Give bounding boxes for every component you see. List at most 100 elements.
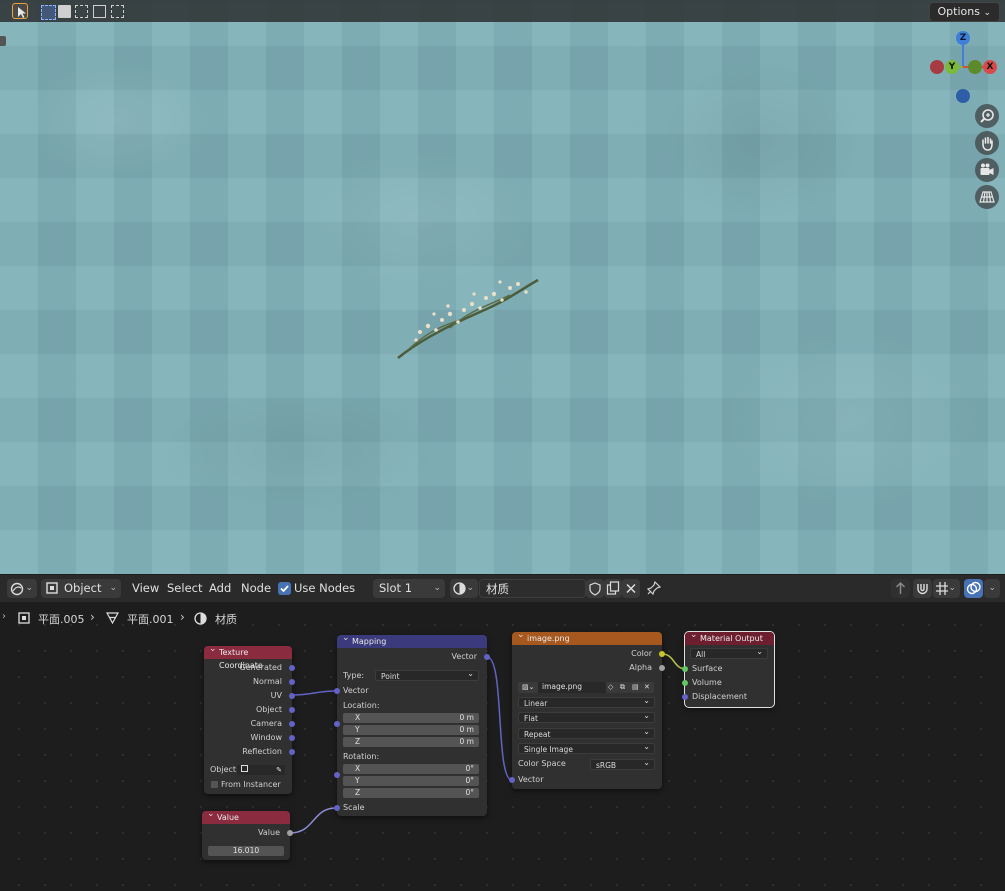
select-intersect-icon[interactable] [111, 5, 124, 18]
select-tool-button[interactable] [12, 3, 28, 19]
target-dropdown[interactable]: All [690, 646, 768, 659]
select-subtract-icon[interactable] [75, 5, 88, 18]
socket-object[interactable] [289, 707, 295, 713]
gizmo-z-axis[interactable]: Z [956, 31, 970, 45]
node-header[interactable]: Texture Coordinate [204, 643, 292, 670]
select-invert-icon[interactable] [93, 5, 106, 18]
gizmo-neg-x-axis[interactable] [930, 60, 944, 74]
slot-dropdown[interactable]: Slot 1 ⌄ [373, 579, 445, 598]
select-extend-icon[interactable] [58, 5, 71, 18]
image-browse-button[interactable]: ▨⌄ [518, 682, 538, 693]
output-generated: Generated [239, 663, 282, 672]
socket-vector-out[interactable] [484, 654, 490, 660]
socket-normal[interactable] [289, 679, 295, 685]
image-duplicate-button[interactable]: ⧉ [618, 682, 630, 693]
interpolation-dropdown[interactable]: Linear [518, 695, 655, 708]
location-x-field[interactable]: X 0 m [343, 713, 479, 723]
use-nodes-label[interactable]: Use Nodes [294, 579, 355, 598]
gizmo-neg-z-axis[interactable] [956, 89, 970, 103]
snap-element-dropdown[interactable]: ⌄ [933, 579, 960, 598]
menu-select[interactable]: Select [167, 579, 202, 598]
socket-uv[interactable] [289, 693, 295, 699]
node-header[interactable]: Mapping [337, 632, 487, 648]
socket-volume[interactable] [682, 680, 688, 686]
perspective-toggle-button[interactable] [975, 185, 999, 209]
socket-reflection[interactable] [289, 749, 295, 755]
menu-view[interactable]: View [132, 579, 159, 598]
editor-type-dropdown[interactable]: ⌄ [7, 579, 37, 598]
socket-vector-in[interactable] [509, 777, 515, 783]
rotation-z-field[interactable]: Z 0° [343, 788, 479, 798]
socket-scale-in[interactable] [334, 805, 340, 811]
overlay-dropdown[interactable]: ⌄ [984, 579, 1000, 598]
location-y-field[interactable]: Y 0 m [343, 725, 479, 735]
gizmo-y-axis[interactable]: Y [945, 60, 959, 74]
image-icon: ▨⌄ [522, 683, 535, 691]
material-browse-button[interactable]: ⌄ [450, 579, 478, 598]
node-header[interactable]: Material Output [685, 629, 774, 645]
type-dropdown[interactable]: Point [375, 668, 479, 681]
rotation-x-field[interactable]: X 0° [343, 764, 479, 774]
projection-dropdown[interactable]: Flat [518, 710, 655, 723]
use-nodes-checkbox[interactable] [278, 582, 291, 595]
socket-color[interactable] [659, 651, 665, 657]
image-open-button[interactable]: ▤ [630, 682, 642, 693]
snap-toggle-button[interactable] [913, 579, 932, 598]
socket-generated[interactable] [289, 665, 295, 671]
breadcrumb-expand-icon[interactable]: › [2, 611, 6, 622]
source-dropdown[interactable]: Single Image [518, 741, 655, 754]
color-space-dropdown[interactable]: sRGB [590, 757, 655, 770]
socket-value[interactable] [287, 830, 293, 836]
menu-node[interactable]: Node [241, 579, 271, 598]
gizmo-x-axis[interactable]: X [983, 60, 997, 74]
mapping-node[interactable]: Mapping Vector Type: Point Vector Locati… [334, 632, 490, 816]
image-texture-node[interactable]: image.png Color Alpha ▨⌄ image.png ◇ ⧉ ▤… [509, 629, 665, 789]
camera-view-button[interactable] [975, 158, 999, 182]
node-canvas[interactable] [0, 602, 1005, 891]
magnet-icon [917, 584, 928, 595]
extension-dropdown[interactable]: Repeat [518, 726, 655, 739]
image-name-field[interactable]: image.png [538, 682, 606, 693]
object-icon [18, 612, 30, 624]
sidebar-toggle-icon[interactable] [0, 36, 6, 46]
image-fake-user-button[interactable]: ◇ [606, 682, 618, 693]
socket-rotation-in[interactable] [334, 772, 340, 778]
pan-button[interactable] [975, 131, 999, 155]
overlay-toggle-button[interactable] [964, 579, 983, 598]
3d-viewport[interactable]: Options ⌄ Z Y X [0, 0, 1005, 574]
from-instancer-checkbox[interactable] [211, 781, 218, 788]
object-mode-dropdown[interactable]: Object ⌄ [41, 579, 121, 598]
unlink-material-button[interactable] [622, 579, 640, 598]
select-new-icon[interactable] [41, 5, 56, 20]
socket-location-in[interactable] [334, 721, 340, 727]
rotation-y-field[interactable]: Y 0° [343, 776, 479, 786]
value-field[interactable]: 16.010 [208, 846, 284, 856]
fake-user-button[interactable] [586, 579, 604, 598]
duplicate-material-button[interactable] [604, 579, 622, 598]
gizmo-neg-y-axis[interactable] [968, 60, 982, 74]
chevron-right-icon: › [180, 610, 185, 624]
image-unlink-button[interactable]: ✕ [642, 682, 654, 693]
navigation-gizmo[interactable]: Z Y X [925, 28, 999, 108]
eyedropper-icon[interactable]: ✎ [276, 765, 282, 775]
node-header[interactable]: Value [202, 808, 290, 824]
material-name-field[interactable]: 材质 [479, 579, 586, 598]
material-output-node[interactable]: Material Output All Surface Volume Displ… [682, 629, 775, 708]
object-picker-field[interactable]: ✎ [237, 765, 285, 775]
socket-displacement[interactable] [682, 694, 688, 700]
socket-window[interactable] [289, 735, 295, 741]
value-node[interactable]: Value Value 16.010 [202, 808, 293, 860]
node-header[interactable]: image.png [512, 629, 662, 645]
socket-alpha[interactable] [659, 665, 665, 671]
socket-camera[interactable] [289, 721, 295, 727]
parent-node-tree-button[interactable] [891, 579, 910, 598]
options-dropdown[interactable]: Options ⌄ [928, 2, 1000, 22]
pin-button[interactable] [646, 580, 662, 596]
location-z-field[interactable]: Z 0 m [343, 737, 479, 747]
socket-surface[interactable] [682, 666, 688, 672]
socket-vector-in[interactable] [334, 688, 340, 694]
output-normal: Normal [253, 677, 282, 686]
zoom-button[interactable] [975, 104, 999, 128]
menu-add[interactable]: Add [209, 579, 231, 598]
texture-coordinate-node[interactable]: Texture Coordinate Generated Normal UV O… [204, 643, 295, 794]
